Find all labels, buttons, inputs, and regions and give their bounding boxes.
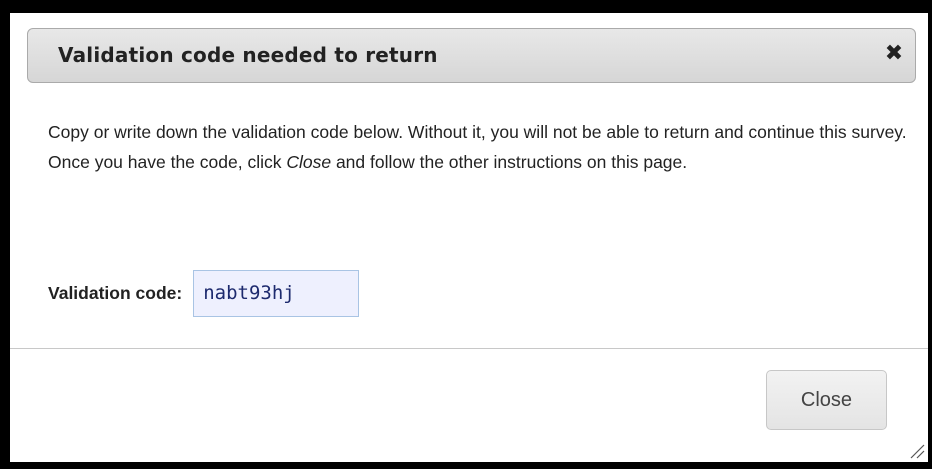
- resize-grip-icon[interactable]: [907, 441, 925, 459]
- instructions-text: Copy or write down the validation code b…: [48, 117, 908, 177]
- instructions-part-2: and follow the other instructions on thi…: [331, 152, 688, 172]
- dialog-titlebar: Validation code needed to return ✖: [27, 28, 916, 83]
- validation-code-label: Validation code:: [48, 282, 183, 303]
- close-button[interactable]: Close: [766, 370, 887, 430]
- close-x-icon[interactable]: ✖: [883, 41, 905, 67]
- dialog-title: Validation code needed to return: [58, 43, 438, 67]
- dialog-content: Copy or write down the validation code b…: [48, 117, 908, 317]
- footer-divider: [10, 348, 928, 349]
- validation-code-field[interactable]: nabt93hj: [193, 269, 360, 317]
- instructions-close-emphasis: Close: [286, 152, 332, 172]
- validation-dialog: Validation code needed to return ✖ Copy …: [10, 13, 928, 462]
- validation-code-row: Validation code: nabt93hj: [48, 269, 360, 317]
